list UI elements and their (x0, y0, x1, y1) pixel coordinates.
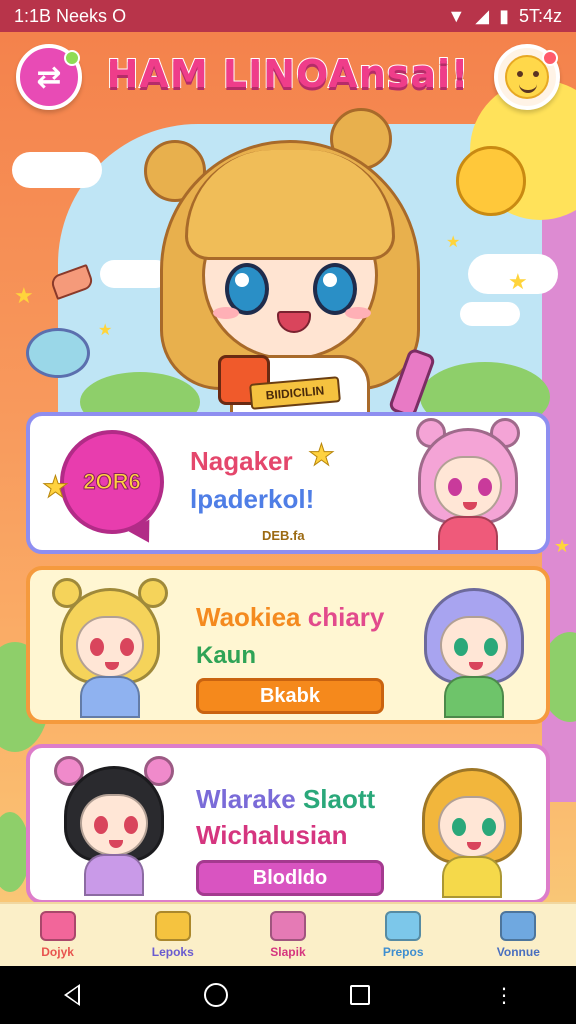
system-navigation-bar: ⋮ (0, 966, 576, 1024)
character-face (434, 456, 502, 518)
nav-item-prepos[interactable]: Prepos (353, 911, 453, 959)
profile-button[interactable] (494, 44, 560, 110)
purple-hair-character (414, 578, 534, 718)
swap-menu-button[interactable]: ⇄ (16, 44, 82, 110)
swap-arrows-icon: ⇄ (36, 59, 62, 95)
card-3-title: Wlarake Slaott (196, 784, 375, 815)
star-icon: ★ (308, 438, 336, 474)
orange-hair-character (412, 758, 532, 898)
nav-item-slapik[interactable]: Slapik (238, 911, 338, 959)
star-icon: ★ (98, 320, 113, 339)
character-body (442, 856, 502, 898)
character-body (80, 676, 140, 718)
black-hair-character (54, 756, 174, 896)
card-2-button[interactable]: Bkabk (196, 678, 384, 714)
card-2-title: Waokiea chiary (196, 602, 384, 633)
card-1-caption: DEB.fa (262, 528, 305, 543)
card-2-title-part2: chiary (307, 602, 385, 632)
house-icon (39, 911, 76, 941)
notification-dot (542, 50, 558, 66)
hero-blush (345, 307, 371, 319)
content-card-1[interactable]: 2OR6 ★ ★ Nagaker lpaderkol! DEB.fa (26, 412, 550, 554)
hero-mouth (277, 311, 311, 333)
nav-label: Slapik (270, 945, 306, 959)
home-button[interactable] (186, 975, 246, 1015)
wifi-icon: ▼ (447, 5, 466, 26)
more-options-button[interactable]: ⋮ (474, 975, 534, 1015)
nav-item-dojyk[interactable]: Dojyk (8, 911, 108, 959)
speech-bubble: 2OR6 (60, 430, 164, 534)
bubble-text: 2OR6 (83, 469, 141, 495)
battery-icon: ▮ (499, 5, 509, 26)
nav-item-lepoks[interactable]: Lepoks (123, 911, 223, 959)
character-face (76, 616, 144, 678)
status-time: 1:1B Neeks (14, 5, 108, 26)
signal-icon: ◢ (475, 5, 490, 26)
star-icon: ★ (508, 270, 528, 295)
status-clock: 5T:4z (518, 5, 562, 26)
camera-icon (385, 911, 422, 941)
character-body (438, 516, 498, 550)
nav-item-vonnue[interactable]: Vonnue (468, 911, 568, 959)
character-face (80, 794, 148, 856)
nav-label: Prepos (382, 945, 424, 959)
content-card-3[interactable]: Wlarake Slaott Wichalusian Blodldo (26, 744, 550, 904)
blonde-character (50, 578, 170, 718)
status-bar: 1:1B Neeks O ▼ ◢ ▮ 5T:4z (0, 0, 576, 32)
hero-character: BIIDICILIN (140, 108, 440, 419)
pink-hair-character (408, 418, 528, 550)
card-1-title: Nagaker (190, 446, 293, 476)
character-body (84, 854, 144, 896)
app-header: ⇄ HAM LINOAnsai! (0, 32, 576, 122)
character-face (440, 616, 508, 678)
star-icon: ★ (14, 284, 34, 309)
hero-blush (213, 307, 239, 319)
cloud-decoration (460, 302, 520, 326)
status-circle: O (112, 5, 127, 26)
home-circle-icon (204, 983, 228, 1007)
smiling-sun-icon (456, 146, 526, 216)
status-right: ▼ ◢ ▮ 5T:4z (447, 6, 562, 27)
nav-label: Lepoks (151, 945, 194, 959)
vertical-dots-icon: ⋮ (494, 983, 514, 1007)
content-card-2[interactable]: Waokiea chiary Kaun Bkabk (26, 566, 550, 724)
cloud-decoration (12, 152, 102, 188)
bottom-navigation: Dojyk Lepoks Slapik Prepos Vonnue (0, 902, 576, 966)
star-icon: ★ (446, 232, 461, 251)
toy-icon (154, 911, 191, 941)
card-3-title-part1: Wlarake (196, 784, 296, 814)
star-icon: ★ (42, 470, 70, 506)
character-body (444, 676, 504, 718)
recents-square-icon (350, 985, 370, 1005)
status-left: 1:1B Neeks O (14, 6, 126, 27)
card-2-title-part1: Waokiea (196, 602, 301, 632)
back-button[interactable] (42, 975, 102, 1015)
star-icon: ★ (554, 536, 571, 557)
fish-creature-icon (26, 328, 90, 378)
card-3-subtitle: Wichalusian (196, 820, 348, 850)
home-icon (500, 911, 537, 941)
character-face (438, 796, 506, 858)
card-3-button-label: Blodldo (252, 866, 328, 889)
back-triangle-icon (64, 984, 80, 1006)
recents-button[interactable] (330, 975, 390, 1015)
card-2-subtitle: Kaun (196, 642, 256, 669)
nav-label: Vonnue (496, 945, 540, 959)
app-title: HAM LINOAnsai! (106, 51, 470, 97)
card-3-button[interactable]: Blodldo (196, 860, 384, 896)
notification-dot (64, 50, 80, 66)
calendar-icon (269, 911, 306, 941)
card-1-subtitle: lpaderkol! (190, 484, 315, 514)
card-2-button-label: Bkabk (259, 684, 321, 707)
card-3-title-part2: Slaott (302, 784, 376, 814)
nav-label: Dojyk (41, 945, 74, 959)
